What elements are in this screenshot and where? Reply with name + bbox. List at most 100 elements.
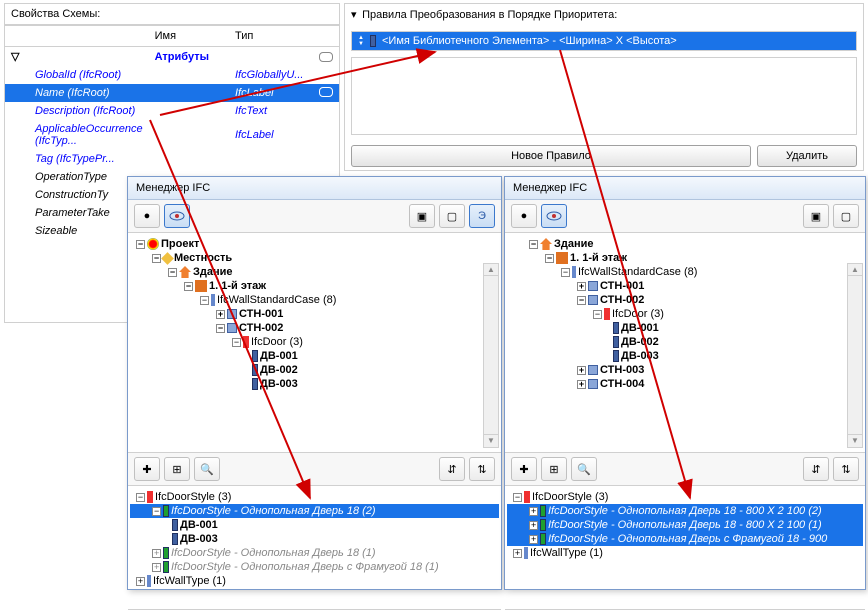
expander[interactable]: + [529,521,538,530]
schema-row[interactable]: ApplicableOccurrence (IfcTyp...IfcLabel [5,120,339,150]
record-button[interactable]: ● [134,204,160,228]
filter-button[interactable]: ⇵ [803,457,829,481]
new-rule-button[interactable]: Новое Правило [351,145,751,167]
tree-label[interactable]: СТН-004 [600,378,644,390]
zoom-button[interactable]: 🔍 [194,457,220,481]
tree-label[interactable]: Здание [193,266,233,278]
tree-label[interactable]: СТН-001 [239,308,283,320]
tree-label[interactable]: Здание [554,238,594,250]
expander[interactable]: − [184,282,193,291]
expander[interactable]: + [513,549,522,558]
col-type[interactable]: Тип [229,26,339,47]
schema-row[interactable]: Description (IfcRoot)IfcText [5,102,339,120]
wall-icon [227,323,237,333]
expander[interactable]: − [136,240,145,249]
tree-label[interactable]: IfcWallType (1) [530,547,603,559]
rule-item[interactable]: <Имя Библиотечного Элемента> - <Ширина> … [351,31,857,51]
ifc-manager-right: Менеджер IFC ● ▣ ▢ −Здание −1. 1-й этаж … [504,176,866,590]
tree-label[interactable]: 1. 1-й этаж [209,280,266,292]
expander[interactable]: − [216,324,225,333]
attr-group-row[interactable]: ▽Атрибуты [5,47,339,67]
select-button[interactable]: ▣ [803,204,829,228]
door-icon [252,378,258,390]
tree-label[interactable]: IfcDoor (3) [251,336,303,348]
tree-upper[interactable]: −Здание −1. 1-й этаж −IfcWallStandardCas… [505,233,865,453]
tree-label[interactable]: IfcDoorStyle - Однопольная Дверь 18 (2) [171,505,376,517]
schema-row[interactable]: GlobalId (IfcRoot)IfcGloballyU... [5,66,339,84]
tree-label[interactable]: СТН-002 [239,322,283,334]
expander[interactable]: + [577,380,586,389]
expander[interactable]: + [216,310,225,319]
select2-button[interactable]: ▢ [833,204,859,228]
expander[interactable]: − [152,507,161,516]
tree-label[interactable]: IfcDoorStyle - Однопольная Дверь 18 - 80… [548,505,822,517]
tree-label[interactable]: IfcDoorStyle - Однопольная Дверь с Фраму… [171,561,439,573]
tree-label[interactable]: СТН-002 [600,294,644,306]
tree-label[interactable]: IfcDoorStyle - Однопольная Дверь 18 - 80… [548,519,822,531]
expander[interactable]: − [561,268,570,277]
tree-label[interactable]: ДВ-003 [180,533,218,545]
delete-rule-button[interactable]: Удалить [757,145,857,167]
expander[interactable]: − [200,296,209,305]
expander[interactable]: − [168,268,177,277]
reorder-icon[interactable] [358,35,366,47]
eye-button[interactable] [164,204,190,228]
expander[interactable]: − [136,493,145,502]
tree-label[interactable]: Местность [174,252,232,264]
tree-label[interactable]: ДВ-002 [621,336,659,348]
tree-upper[interactable]: −Проект −Местность −Здание −1. 1-й этаж … [128,233,501,453]
record-button[interactable]: ● [511,204,537,228]
expander[interactable]: − [232,338,241,347]
tree-label[interactable]: СТН-001 [600,280,644,292]
tree-label[interactable]: СТН-003 [600,364,644,376]
tree-label[interactable]: ДВ-001 [180,519,218,531]
schema-row-selected[interactable]: Name (IfcRoot)IfcLabel [5,84,339,102]
elem-button[interactable]: Э [469,204,495,228]
site-icon [161,252,174,265]
expander[interactable]: + [136,577,145,586]
expander[interactable]: + [529,535,538,544]
expander[interactable]: + [529,507,538,516]
grid-button[interactable]: ⊞ [541,457,567,481]
tree-label[interactable]: Проект [161,238,199,250]
tree-lower[interactable]: − IfcDoorStyle (3) − IfcDoorStyle - Однопо… [128,486,501,610]
add-button[interactable]: ✚ [511,457,537,481]
filter2-button[interactable]: ⇅ [469,457,495,481]
tree-lower[interactable]: − IfcDoorStyle (3) + IfcDoorStyle - Однопо… [505,486,865,610]
expander[interactable]: − [513,493,522,502]
scrollbar[interactable] [483,263,499,448]
grid-button[interactable]: ⊞ [164,457,190,481]
expander[interactable]: + [152,549,161,558]
expander[interactable]: − [577,296,586,305]
tree-label[interactable]: ДВ-002 [260,364,298,376]
tree-label[interactable]: ДВ-003 [260,378,298,390]
tree-label[interactable]: IfcDoorStyle (3) [532,491,608,503]
expander[interactable]: + [577,282,586,291]
tree-label[interactable]: ДВ-003 [621,350,659,362]
add-button[interactable]: ✚ [134,457,160,481]
scrollbar[interactable] [847,263,863,448]
tree-label[interactable]: ДВ-001 [621,322,659,334]
select2-button[interactable]: ▢ [439,204,465,228]
eye-button[interactable] [541,204,567,228]
tree-label[interactable]: ДВ-001 [260,350,298,362]
tree-label[interactable]: IfcWallType (1) [153,575,226,587]
select-button[interactable]: ▣ [409,204,435,228]
filter-button[interactable]: ⇵ [439,457,465,481]
expander[interactable]: − [545,254,554,263]
col-name[interactable]: Имя [149,26,229,47]
tree-label[interactable]: IfcDoorStyle - Однопольная Дверь с Фраму… [548,533,827,545]
tree-label[interactable]: IfcWallStandardCase (8) [578,266,697,278]
tree-label[interactable]: 1. 1-й этаж [570,252,627,264]
zoom-button[interactable]: 🔍 [571,457,597,481]
tree-label[interactable]: IfcWallStandardCase (8) [217,294,336,306]
tree-label[interactable]: IfcDoorStyle - Однопольная Дверь 18 (1) [171,547,376,559]
filter2-button[interactable]: ⇅ [833,457,859,481]
schema-row[interactable]: Tag (IfcTypePr... [5,150,339,168]
tree-label[interactable]: IfcDoor (3) [612,308,664,320]
expander[interactable]: − [529,240,538,249]
expander[interactable]: − [593,310,602,319]
expander[interactable]: + [152,563,161,572]
expander[interactable]: + [577,366,586,375]
tree-label[interactable]: IfcDoorStyle (3) [155,491,231,503]
